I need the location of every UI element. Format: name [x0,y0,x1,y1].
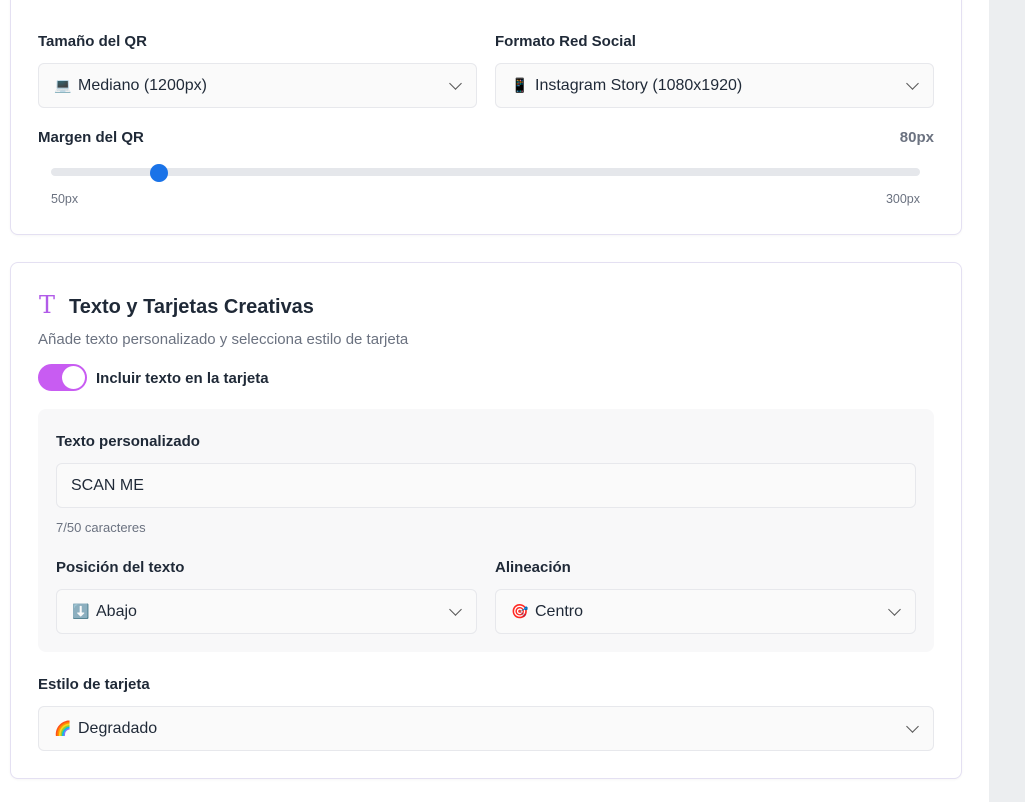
toggle-knob [62,366,85,389]
text-position-value: Abajo [96,602,137,620]
card-style-label: Estilo de tarjeta [38,676,150,693]
alignment-value: Centro [535,602,584,620]
alignment-select[interactable]: 🎯 Centro [495,589,916,634]
section-title: Texto y Tarjetas Creativas [69,296,314,318]
social-format-value: Instagram Story (1080x1920) [535,76,743,94]
include-text-toggle[interactable] [38,364,87,391]
chevron-down-icon [906,76,919,90]
qr-margin-label: Margen del QR [38,129,144,146]
down-arrow-icon: ⬇️ [72,603,90,619]
chevron-down-icon [449,602,462,616]
social-format-select[interactable]: 📱 Instagram Story (1080x1920) [495,63,934,108]
qr-settings-card [10,0,962,235]
rainbow-icon: 🌈 [54,720,72,736]
target-icon: 🎯 [511,603,529,619]
page: Tamaño del QR 💻 Mediano (1200px) Formato… [0,0,1025,802]
laptop-icon: 💻 [54,77,72,93]
scrollbar-track[interactable] [989,0,1025,802]
section-subtitle: Añade texto personalizado y selecciona e… [38,331,409,348]
qr-size-select[interactable]: 💻 Mediano (1200px) [38,63,477,108]
text-position-select[interactable]: ⬇️ Abajo [56,589,477,634]
slider-min-label: 50px [51,192,79,206]
include-text-label: Incluir texto en la tarjeta [96,370,269,387]
chevron-down-icon [888,602,901,616]
custom-text-input[interactable] [56,463,916,508]
qr-size-value: Mediano (1200px) [78,76,207,94]
chevron-down-icon [449,76,462,90]
card-style-select[interactable]: 🌈 Degradado [38,706,934,751]
custom-text-label: Texto personalizado [56,433,200,450]
text-type-icon: T [39,291,56,319]
chevron-down-icon [906,719,919,733]
social-format-label: Formato Red Social [495,33,636,50]
qr-margin-value: 80px [899,129,934,146]
qr-margin-slider-track[interactable] [51,168,920,176]
alignment-label: Alineación [495,559,571,576]
qr-size-label: Tamaño del QR [38,33,147,50]
card-style-value: Degradado [78,719,158,737]
text-position-label: Posición del texto [56,559,185,576]
character-counter: 7/50 caracteres [56,520,146,535]
slider-max-label: 300px [885,192,920,206]
mobile-phone-icon: 📱 [511,77,529,93]
